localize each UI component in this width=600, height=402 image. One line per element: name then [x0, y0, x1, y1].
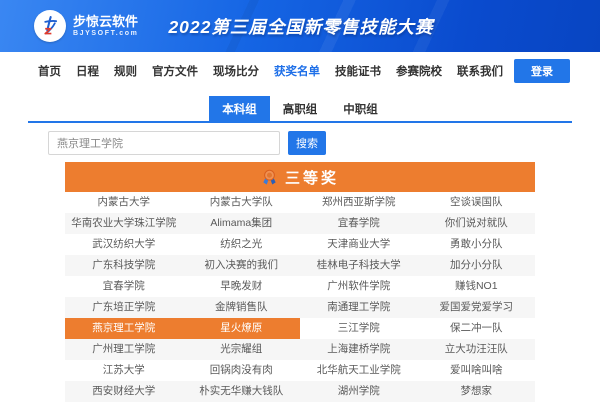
table-row: 内蒙古大学内蒙古大学队郑州西亚斯学院空谈误国队 [65, 192, 535, 213]
school-cell: 广州软件学院 [300, 276, 418, 297]
header-banner: 步惊云软件 BJYSOFT.com 2022第三届全国新零售技能大赛 [0, 0, 600, 52]
school-cell: 武汉纺织大学 [65, 234, 183, 255]
nav-item-home[interactable]: 首页 [38, 63, 61, 79]
school-cell: 郑州西亚斯学院 [300, 192, 418, 213]
table-row: 西安财经大学朴实无华赚大钱队湖州学院梦想家 [65, 381, 535, 402]
team-cell: 梦想家 [418, 381, 536, 402]
team-cell: 朴实无华赚大钱队 [183, 381, 301, 402]
school-cell: 华南农业大学珠江学院 [65, 213, 183, 234]
team-cell: Alimama集团 [183, 213, 301, 234]
page-title: 2022第三届全国新零售技能大赛 [168, 14, 433, 39]
logo-text: 步惊云软件 BJYSOFT.com [73, 14, 138, 38]
team-cell: 内蒙古大学队 [183, 192, 301, 213]
team-cell: 早晚发财 [183, 276, 301, 297]
results-table: 内蒙古大学内蒙古大学队郑州西亚斯学院空谈误国队华南农业大学珠江学院Alimama… [65, 192, 535, 402]
school-cell: 宜春学院 [300, 213, 418, 234]
school-cell: 南通理工学院 [300, 297, 418, 318]
school-cell: 湖州学院 [300, 381, 418, 402]
nav-item-rules[interactable]: 规则 [114, 63, 137, 79]
logo-domain: BJYSOFT.com [73, 29, 138, 38]
school-cell: 广东科技学院 [65, 255, 183, 276]
team-cell: 赚钱NO1 [418, 276, 536, 297]
group-tabbar: 本科组高职组中职组 [28, 96, 572, 123]
school-cell: 北华航天工业学院 [300, 360, 418, 381]
nav-item-official-docs[interactable]: 官方文件 [152, 63, 198, 79]
table-row: 广东培正学院金牌销售队南通理工学院爱国爱党爱学习 [65, 297, 535, 318]
search-row: 搜索 [48, 131, 600, 155]
login-button[interactable]: 登录 [514, 59, 570, 83]
nav-item-schools[interactable]: 参赛院校 [396, 63, 442, 79]
logo[interactable]: 步惊云软件 BJYSOFT.com [34, 10, 138, 42]
school-cell: 三江学院 [300, 318, 418, 339]
team-cell: 光宗耀组 [183, 339, 301, 360]
team-cell: 勇敢小分队 [418, 234, 536, 255]
team-cell: 金牌销售队 [183, 297, 301, 318]
nav-item-live-score[interactable]: 现场比分 [213, 63, 259, 79]
school-cell: 上海建桥学院 [300, 339, 418, 360]
school-cell: 天津商业大学 [300, 234, 418, 255]
team-cell: 初入决赛的我们 [183, 255, 301, 276]
table-row: 燕京理工学院星火燎原三江学院保二冲一队 [65, 318, 535, 339]
table-row: 宜春学院早晚发财广州软件学院赚钱NO1 [65, 276, 535, 297]
tab-zhongzhi[interactable]: 中职组 [330, 96, 391, 121]
team-cell: 回锅肉没有肉 [183, 360, 301, 381]
table-row: 武汉纺织大学纺织之光天津商业大学勇敢小分队 [65, 234, 535, 255]
school-cell: 内蒙古大学 [65, 192, 183, 213]
team-cell: 纺织之光 [183, 234, 301, 255]
tab-benke[interactable]: 本科组 [209, 96, 270, 121]
nav-item-award-list[interactable]: 获奖名单 [274, 63, 320, 79]
team-cell: 空谈误国队 [418, 192, 536, 213]
team-cell: 你们说对就队 [418, 213, 536, 234]
team-cell: 立大功汪汪队 [418, 339, 536, 360]
table-row: 广东科技学院初入决赛的我们桂林电子科技大学加分小分队 [65, 255, 535, 276]
main-nav: 首页日程规则官方文件现场比分获奖名单技能证书参赛院校联系我们 登录 [0, 52, 600, 90]
medal-icon [261, 169, 278, 186]
school-cell: 广州理工学院 [65, 339, 183, 360]
tab-gaozhi[interactable]: 高职组 [270, 96, 331, 121]
team-cell: 加分小分队 [418, 255, 536, 276]
nav-item-contact[interactable]: 联系我们 [457, 63, 503, 79]
school-cell: 燕京理工学院 [65, 318, 183, 339]
school-cell: 桂林电子科技大学 [300, 255, 418, 276]
nav-item-certificates[interactable]: 技能证书 [335, 63, 381, 79]
nav-items: 首页日程规则官方文件现场比分获奖名单技能证书参赛院校联系我们 [38, 63, 503, 79]
team-cell: 星火燎原 [183, 318, 301, 339]
school-cell: 宜春学院 [65, 276, 183, 297]
search-button[interactable]: 搜索 [288, 131, 326, 155]
award-banner: 三等奖 [65, 162, 535, 192]
table-row: 江苏大学回锅肉没有肉北华航天工业学院爱叫啥叫啥 [65, 360, 535, 381]
logo-icon [34, 10, 66, 42]
school-cell: 江苏大学 [65, 360, 183, 381]
table-row: 华南农业大学珠江学院Alimama集团宜春学院你们说对就队 [65, 213, 535, 234]
nav-item-schedule[interactable]: 日程 [76, 63, 99, 79]
award-title: 三等奖 [285, 167, 339, 188]
team-cell: 爱叫啥叫啥 [418, 360, 536, 381]
logo-name: 步惊云软件 [73, 14, 138, 29]
table-row: 广州理工学院光宗耀组上海建桥学院立大功汪汪队 [65, 339, 535, 360]
school-cell: 广东培正学院 [65, 297, 183, 318]
team-cell: 爱国爱党爱学习 [418, 297, 536, 318]
team-cell: 保二冲一队 [418, 318, 536, 339]
search-input[interactable] [48, 131, 280, 155]
school-cell: 西安财经大学 [65, 381, 183, 402]
